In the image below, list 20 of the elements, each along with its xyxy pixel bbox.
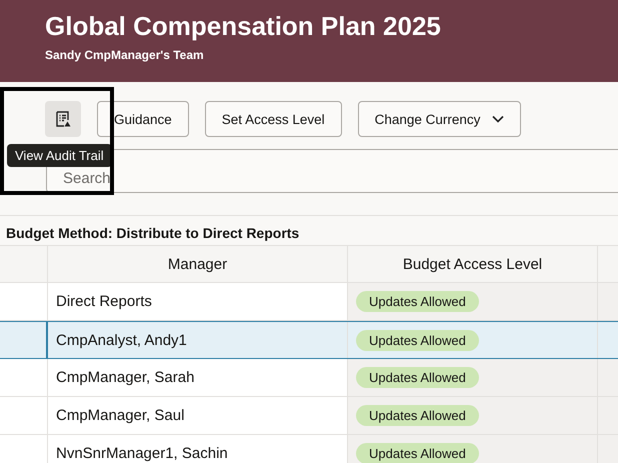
- toolbar-button[interactable]: Set Access Level: [204, 101, 342, 137]
- status-badge: Updates Allowed: [356, 443, 479, 463]
- budget-method-label: Budget Method: Distribute to Direct Reports: [0, 215, 618, 241]
- tooltip: View Audit Trail: [7, 144, 112, 167]
- table-row[interactable]: Direct Reports Updates Allowed: [0, 283, 618, 321]
- status-badge: Updates Allowed: [356, 291, 479, 312]
- table-row[interactable]: CmpAnalyst, Andy1 Updates Allowed: [0, 321, 618, 359]
- dropdown-button[interactable]: Change Currency: [358, 101, 522, 137]
- status-badge: Updates Allowed: [356, 405, 479, 426]
- page-title: Global Compensation Plan 2025: [45, 10, 442, 42]
- toolbar-button[interactable]: Guidance: [97, 101, 189, 137]
- audit-trail-button[interactable]: [45, 101, 81, 137]
- table-row[interactable]: CmpManager, Sarah Updates Allowed: [0, 359, 618, 397]
- chevron-down-icon: [492, 115, 504, 123]
- team-subtitle: Sandy CmpManager's Team: [45, 48, 205, 62]
- status-badge: Updates Allowed: [356, 367, 479, 388]
- status-badge: Updates Allowed: [356, 330, 479, 350]
- table-row[interactable]: CmpManager, Saul Updates Allowed: [0, 397, 618, 435]
- list-icon: [54, 110, 72, 128]
- table-row[interactable]: NvnSnrManager1, Sachin Updates Allowed: [0, 435, 618, 463]
